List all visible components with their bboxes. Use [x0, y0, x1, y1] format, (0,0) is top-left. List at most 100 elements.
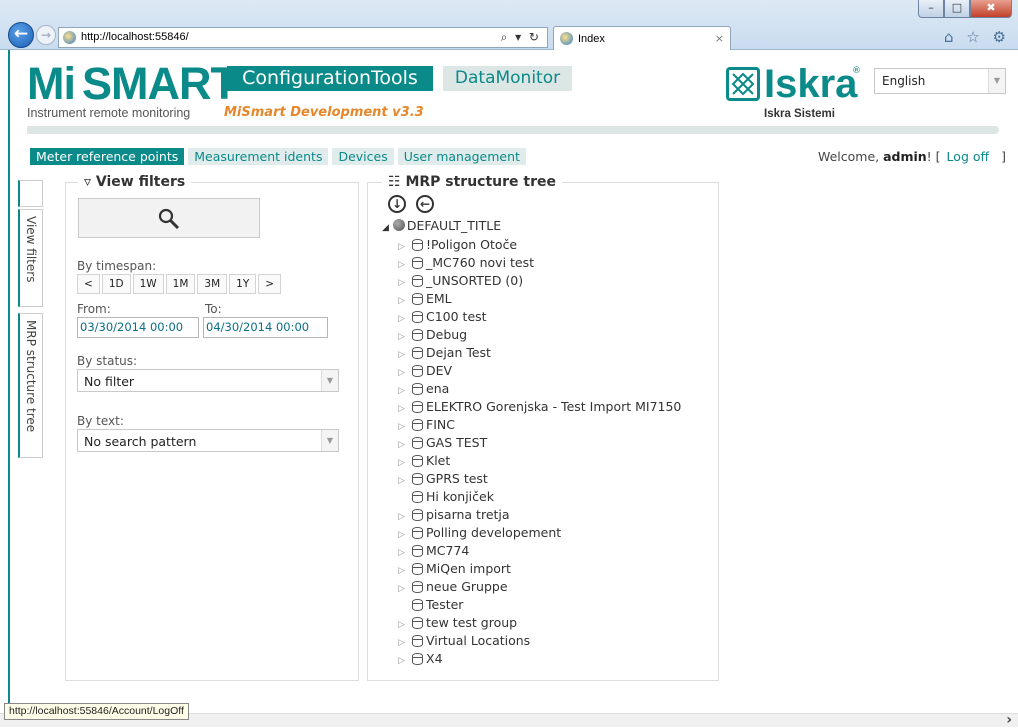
location-icon [412, 599, 423, 611]
tree-node-label: X4 [426, 651, 443, 666]
tree-node-label: GAS TEST [426, 435, 488, 450]
chevron-down-icon[interactable]: ▼ [321, 430, 338, 451]
tree-node[interactable]: ▷ _UNSORTED (0) [398, 272, 681, 290]
expand-all-icon[interactable]: ↓ [388, 195, 406, 213]
tree-node[interactable]: Hi konjiček [398, 488, 681, 506]
collapse-arrow-icon[interactable]: ◢ [382, 223, 389, 233]
nav-meter-reference-points[interactable]: Meter reference points [30, 148, 185, 165]
maximize-button[interactable]: □ [944, 0, 970, 18]
side-tab-view-filters[interactable]: View filters [18, 209, 43, 307]
brand-name: Iskra [764, 62, 858, 106]
globe-icon [392, 219, 405, 231]
tree-node[interactable]: ▷ Debug [398, 326, 681, 344]
tree-node[interactable]: ▷ FINC [398, 416, 681, 434]
tree-node[interactable]: ▷ Dejan Test [398, 344, 681, 362]
tree-node-label: GPRS test [426, 471, 488, 486]
location-icon [412, 509, 423, 521]
forward-button[interactable]: → [36, 25, 56, 45]
tree-node[interactable]: ▷ GAS TEST [398, 434, 681, 452]
tree-node[interactable]: ▷ _MC760 novi test [398, 254, 681, 272]
tree-node[interactable]: ▷ C100 test [398, 308, 681, 326]
tree-node[interactable]: ▷ MC774 [398, 542, 681, 560]
timespan-1m-button[interactable]: 1M [165, 274, 196, 294]
nav-devices[interactable]: Devices [332, 148, 394, 165]
tab-close-icon[interactable]: × [715, 32, 724, 45]
tree-node-label: !Poligon Otoče [426, 237, 518, 252]
ie-tab-icon [560, 32, 573, 45]
to-date-input[interactable]: 04/30/2014 00:00 [203, 317, 328, 338]
text-search-select[interactable]: No search pattern ▼ [77, 429, 339, 452]
filters-panel-title: ▿ View filters [78, 174, 192, 190]
timespan-1w-button[interactable]: 1W [132, 274, 164, 294]
location-icon [412, 635, 423, 647]
tree-node[interactable]: ▷ Klet [398, 452, 681, 470]
from-date-input[interactable]: 03/30/2014 00:00 [77, 317, 199, 338]
browser-toolbar-icons[interactable]: ⌂ ☆ ⚙ [944, 28, 1010, 46]
app-tab-configuration-tools[interactable]: ConfigurationTools [227, 66, 433, 91]
scroll-right-icon[interactable]: › [1006, 712, 1012, 728]
language-value: English [882, 74, 926, 88]
location-icon [412, 311, 423, 323]
location-icon [412, 419, 423, 431]
tree-node[interactable]: ▷ EML [398, 290, 681, 308]
location-icon [412, 347, 423, 359]
timespan-next-button[interactable]: > [258, 274, 282, 294]
nav-user-management[interactable]: User management [397, 148, 526, 165]
minimize-button[interactable]: – [918, 0, 944, 18]
app-tab-data-monitor[interactable]: DataMonitor [443, 66, 572, 91]
tree-node[interactable]: ▷ ELEKTRO Gorenjska - Test Import MI7150 [398, 398, 681, 416]
logoff-link[interactable]: Log off [947, 149, 990, 164]
tree-root-label: DEFAULT_TITLE [406, 218, 502, 233]
tree-node[interactable]: ▷ pisarna tretja [398, 506, 681, 524]
tree-root-node[interactable]: ◢ DEFAULT_TITLE [382, 218, 501, 233]
browser-tab[interactable]: Index × [553, 26, 731, 50]
location-icon [412, 473, 423, 485]
timespan-prev-button[interactable]: < [77, 274, 100, 294]
tree-node[interactable]: ▷ MiQen import [398, 560, 681, 578]
address-url[interactable]: http://localhost:55846/ [81, 31, 189, 43]
location-icon [412, 527, 423, 539]
address-bar[interactable]: http://localhost:55846/ ⌕ ▾ ↻ [58, 27, 548, 48]
tree-node[interactable]: ▷ Virtual Locations [398, 632, 681, 650]
filters-title-text: View filters [95, 174, 186, 190]
tree-node[interactable]: ▷ neue Gruppe [398, 578, 681, 596]
chevron-down-icon[interactable]: ▼ [988, 69, 1005, 93]
side-tab-label: View filters [24, 216, 38, 283]
tab-title: Index [578, 33, 605, 45]
text-filter-label: By text: [77, 414, 124, 428]
back-button[interactable]: ← [8, 22, 34, 48]
search-button[interactable] [78, 198, 260, 238]
timespan-label: By timespan: [77, 259, 157, 273]
chevron-down-icon[interactable]: ▼ [321, 370, 338, 391]
side-tab-blank[interactable] [18, 180, 43, 207]
tree-node[interactable]: ▷ DEV [398, 362, 681, 380]
from-label: From: [77, 302, 111, 316]
timespan-1d-button[interactable]: 1D [101, 274, 131, 294]
tree-node-label: ELEKTRO Gorenjska - Test Import MI7150 [426, 399, 682, 414]
side-tab-mrp-tree[interactable]: MRP structure tree [18, 313, 43, 458]
tree-node-label: _UNSORTED (0) [426, 273, 524, 288]
tree-node[interactable]: Tester [398, 596, 681, 614]
location-icon [412, 275, 423, 287]
address-tools[interactable]: ⌕ ▾ ↻ [501, 30, 541, 45]
tree-node-label: ena [426, 381, 450, 396]
expand-arrow-icon[interactable]: ▷ [398, 652, 412, 670]
browser-chrome: – □ ✖ ← → http://localhost:55846/ ⌕ ▾ ↻ … [0, 0, 1018, 50]
tree-node[interactable]: ▷ Polling developement [398, 524, 681, 542]
collapse-all-icon[interactable]: ← [416, 195, 434, 213]
tree-node[interactable]: ▷ !Poligon Otoče [398, 236, 681, 254]
tree-node[interactable]: ▷ X4 [398, 650, 681, 668]
language-select[interactable]: English ▼ [874, 68, 1006, 94]
status-select[interactable]: No filter ▼ [77, 369, 339, 392]
tree-node[interactable]: ▷ tew test group [398, 614, 681, 632]
close-window-button[interactable]: ✖ [970, 0, 1012, 18]
timespan-1y-button[interactable]: 1Y [229, 274, 257, 294]
timespan-3m-button[interactable]: 3M [197, 274, 228, 294]
tree-node[interactable]: ▷ GPRS test [398, 470, 681, 488]
filter-icon: ▿ [84, 174, 92, 190]
tree-node[interactable]: ▷ ena [398, 380, 681, 398]
nav-measurement-idents[interactable]: Measurement idents [188, 148, 329, 165]
tree-node-label: Debug [426, 327, 468, 342]
view-filters-panel: ▿ View filters By timespan: < 1D 1W 1M 3… [65, 174, 359, 681]
tree-node-label: pisarna tretja [426, 507, 510, 522]
